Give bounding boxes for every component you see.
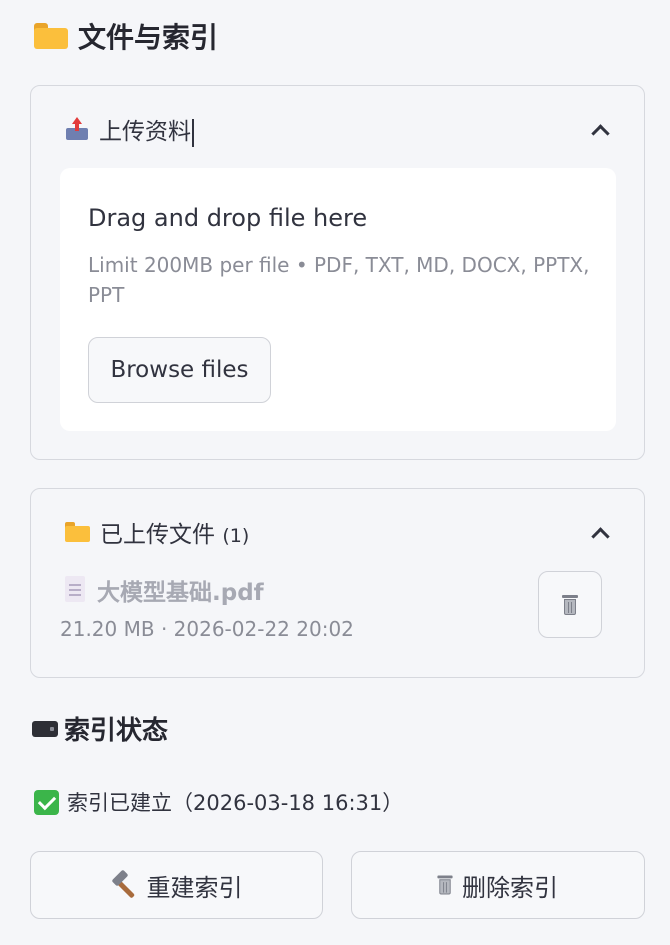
uploaded-files-header-label: 已上传文件 (1) (100, 522, 250, 548)
index-status-message: 索引已建立（2026-03-18 16:31） (34, 787, 403, 817)
dropzone-limit-text: Limit 200MB per file • PDF, TXT, MD, DOC… (88, 253, 590, 307)
section-title: 文件与索引 (78, 21, 219, 54)
upload-header-label: 上传资料 (99, 112, 194, 147)
file-meta: 21.20 MB · 2026-02-22 20:02 (60, 617, 354, 641)
index-status-text: 索引已建立（2026-03-18 16:31） (67, 791, 404, 815)
trash-icon (437, 875, 453, 895)
chevron-up-icon[interactable] (592, 122, 606, 136)
drive-icon (32, 720, 58, 737)
delete-index-label: 删除索引 (462, 873, 558, 902)
delete-index-button[interactable]: 删除索引 (351, 851, 645, 919)
browse-files-button[interactable]: Browse files (88, 337, 271, 403)
chevron-up-icon[interactable] (592, 525, 606, 539)
delete-file-button[interactable] (538, 571, 602, 638)
file-name: 大模型基础.pdf (97, 580, 264, 606)
inbox-upload-icon (65, 117, 89, 141)
document-icon (65, 576, 85, 602)
check-mark-icon (34, 789, 59, 815)
section-header: 文件与索引 (34, 16, 218, 56)
upload-expander: 上传资料 Drag and drop file here Limit 200MB… (30, 85, 645, 460)
trash-icon (562, 594, 578, 615)
index-status-header: 索引状态 (32, 710, 168, 747)
hammer-icon (111, 869, 137, 899)
uploaded-files-count: (1) (222, 525, 250, 547)
upload-expander-header[interactable]: 上传资料 (65, 112, 614, 147)
file-dropzone[interactable]: Drag and drop file here Limit 200MB per … (60, 168, 616, 431)
rebuild-index-button[interactable]: 重建索引 (30, 851, 323, 919)
uploaded-files-expander: 已上传文件 (1) 大模型基础.pdf 21.20 MB · 2026-02-2… (30, 488, 645, 678)
index-status-title: 索引状态 (64, 716, 169, 746)
file-index-panel: 文件与索引 上传资料 Drag and drop file here Limit… (0, 0, 670, 945)
folder-icon (34, 23, 68, 49)
open-folder-icon (65, 522, 90, 542)
rebuild-index-label: 重建索引 (146, 873, 243, 902)
uploaded-files-expander-header[interactable]: 已上传文件 (1) (65, 515, 614, 549)
dropzone-title: Drag and drop file here (88, 204, 368, 232)
